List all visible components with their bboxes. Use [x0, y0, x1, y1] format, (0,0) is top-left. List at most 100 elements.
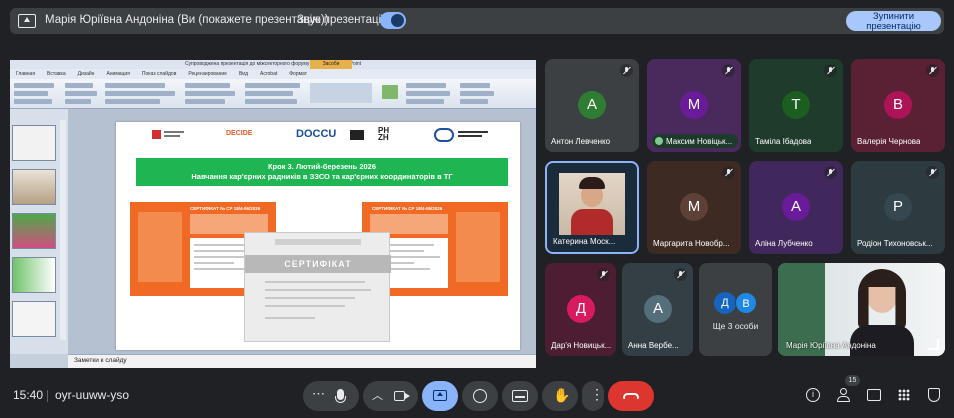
- presentation-slide: DECIDE DOCCU PH ZH Крок 3. Лютий-березен…: [116, 122, 520, 350]
- mic-off-icon: [824, 166, 837, 179]
- divider: [47, 390, 48, 402]
- decide-logo: DECIDE: [226, 130, 253, 137]
- participant-avatar: Д: [714, 292, 736, 314]
- captions-button[interactable]: [502, 381, 538, 411]
- participant-name: Аліна Лубченко: [755, 239, 813, 248]
- participant-avatar: M: [680, 193, 708, 221]
- certificate-center-title: СЕРТИФІКАТ: [284, 259, 352, 269]
- ppt-thumbnail-scrollbar: [60, 120, 66, 340]
- ppt-menu-item: Показ слайдов: [141, 71, 177, 77]
- mic-off-icon: [926, 166, 939, 179]
- self-name: Марія Юріївна Андоніна: [786, 341, 876, 350]
- people-count-badge: 15: [845, 375, 860, 386]
- participant-avatar: P: [884, 193, 912, 221]
- doccu-logo: DOCCU: [296, 128, 337, 140]
- participant-name: Родіон Тихоновськ...: [857, 239, 933, 248]
- participant-tile[interactable]: M Маргарита Новобр...: [647, 161, 741, 254]
- presenting-status-text: Марія Юріївна Андоніна (Ви (покажете пре…: [45, 14, 329, 26]
- end-call-icon: [623, 393, 639, 399]
- mic-off-icon: [674, 268, 687, 281]
- participant-tile-speaking[interactable]: Катерина Моск...: [545, 161, 639, 254]
- mic-button-group[interactable]: ⋯: [303, 381, 359, 411]
- presentation-sound-label: Звук презентації: [297, 14, 385, 26]
- participant-tile[interactable]: B Валерія Чернова: [851, 59, 945, 152]
- more-participants-label: Ще 3 особи: [712, 321, 759, 331]
- participant-avatar: А: [578, 91, 606, 119]
- participant-tile[interactable]: Д Дар'я Новицьк...: [545, 263, 616, 356]
- participant-avatar: B: [884, 91, 912, 119]
- participant-tile[interactable]: M Максим Новіцьк...: [647, 59, 741, 152]
- participant-avatar: M: [680, 91, 708, 119]
- participant-name: Антон Левченко: [551, 137, 611, 146]
- meeting-code: oyr-uuww-yso: [55, 388, 130, 402]
- ppt-menu-bar: Главная Вставка Дизайн Анимация Показ слайдо…: [10, 69, 536, 79]
- participant-name: Дар'я Новицьк...: [551, 341, 612, 350]
- self-view-tile[interactable]: Марія Юріївна Андоніна: [778, 263, 945, 356]
- presentation-sound-toggle[interactable]: [380, 12, 406, 29]
- notes-placeholder: Заметки к слайду: [74, 357, 127, 364]
- ppt-context-tab: Засоби рисования: [310, 60, 352, 76]
- stop-presenting-button[interactable]: Зупинити презентацію: [846, 11, 941, 31]
- ppt-menu-item: Анимация: [106, 71, 130, 77]
- certificate-center: СЕРТИФІКАТ: [244, 232, 391, 342]
- participant-name: Маргарита Новобр...: [653, 239, 730, 248]
- ppt-menu-item: Вставка: [47, 71, 66, 77]
- resize-icon[interactable]: [928, 339, 939, 350]
- participant-name: Валерія Чернова: [857, 137, 921, 146]
- participant-tile[interactable]: P Родіон Тихоновськ...: [851, 161, 945, 254]
- raise-hand-icon: ✋: [553, 387, 571, 403]
- participant-name: Максим Новіцьк...: [666, 137, 733, 146]
- mic-off-icon: [824, 64, 837, 77]
- more-vert-icon: ⋮: [590, 386, 604, 402]
- ppt-menu-item: Главная: [16, 71, 36, 77]
- ppt-menu-item: Рецензирование: [188, 71, 227, 77]
- participant-avatar: T: [782, 91, 810, 119]
- camera-icon[interactable]: [394, 391, 405, 401]
- participant-avatar: A: [782, 193, 810, 221]
- chevron-up-icon[interactable]: ︿: [372, 387, 383, 403]
- ppt-menu-item: Формат: [289, 71, 308, 77]
- shared-screen: Супроводжена презентація до міжсекторног…: [10, 60, 536, 368]
- participant-name: Катерина Моск...: [553, 237, 616, 246]
- more-participants-tile[interactable]: Д В Ще 3 особи: [699, 263, 772, 356]
- ppt-menu-item: Вид: [238, 71, 249, 77]
- ppt-notes-pane: Заметки к слайду: [68, 354, 536, 368]
- ppt-ribbon: [10, 79, 536, 109]
- participant-tile[interactable]: А Антон Левченко: [545, 59, 639, 152]
- ppt-window-title: Супроводжена презентація до міжсекторног…: [10, 60, 536, 76]
- participant-tile[interactable]: A Аліна Лубченко: [749, 161, 843, 254]
- toggle-knob: [391, 14, 404, 27]
- participant-avatar: В: [735, 292, 757, 314]
- phzh-logo: PH ZH: [378, 126, 390, 142]
- mic-off-icon: [722, 64, 735, 77]
- reactions-button[interactable]: [462, 381, 498, 411]
- mic-off-icon: [926, 64, 939, 77]
- mic-off-icon: [722, 166, 735, 179]
- meeting-time: 15:40: [13, 388, 44, 402]
- participant-tile[interactable]: A Анна Вербе...: [622, 263, 693, 356]
- participant-name: Анна Вербе...: [628, 341, 679, 350]
- step-banner-title: Крок 3. Лютий-березень 2026: [267, 162, 377, 171]
- leave-call-button[interactable]: [608, 381, 654, 411]
- participant-name: Таміла Ібадова: [755, 137, 812, 146]
- more-options-button[interactable]: ⋮: [582, 381, 604, 411]
- certificate-right-number: СЕРТИФІКАТ № CP 18/4-06/2026: [372, 206, 443, 211]
- pinned-speaker-icon: [655, 137, 663, 145]
- step-banner-subtitle: Навчання кар'єрних радників в ЗЗСО та ка…: [191, 172, 453, 181]
- mic-off-icon: [620, 64, 633, 77]
- participant-avatar: A: [644, 295, 672, 323]
- presentation-banner: Марія Юріївна Андоніна (Ви (покажете пре…: [10, 8, 944, 34]
- ppt-menu-item: Acrobat: [260, 71, 278, 77]
- ppt-menu-item: Дизайн: [77, 71, 95, 77]
- participant-avatar: Д: [567, 295, 595, 323]
- emoji-icon: [473, 389, 487, 403]
- raise-hand-button[interactable]: ✋: [542, 381, 578, 411]
- present-screen-icon: [18, 14, 36, 28]
- present-now-button[interactable]: [422, 381, 458, 411]
- mic-off-icon: [597, 268, 610, 281]
- step-banner: Крок 3. Лютий-березень 2026 Навчання кар…: [136, 158, 508, 186]
- participant-tile[interactable]: T Таміла Ібадова: [749, 59, 843, 152]
- camera-button-group[interactable]: ︿: [363, 381, 418, 411]
- certificate-left-number: СЕРТИФІКАТ № CP 18/4-06/2026: [190, 206, 261, 211]
- more-options-icon[interactable]: ⋯: [312, 386, 325, 402]
